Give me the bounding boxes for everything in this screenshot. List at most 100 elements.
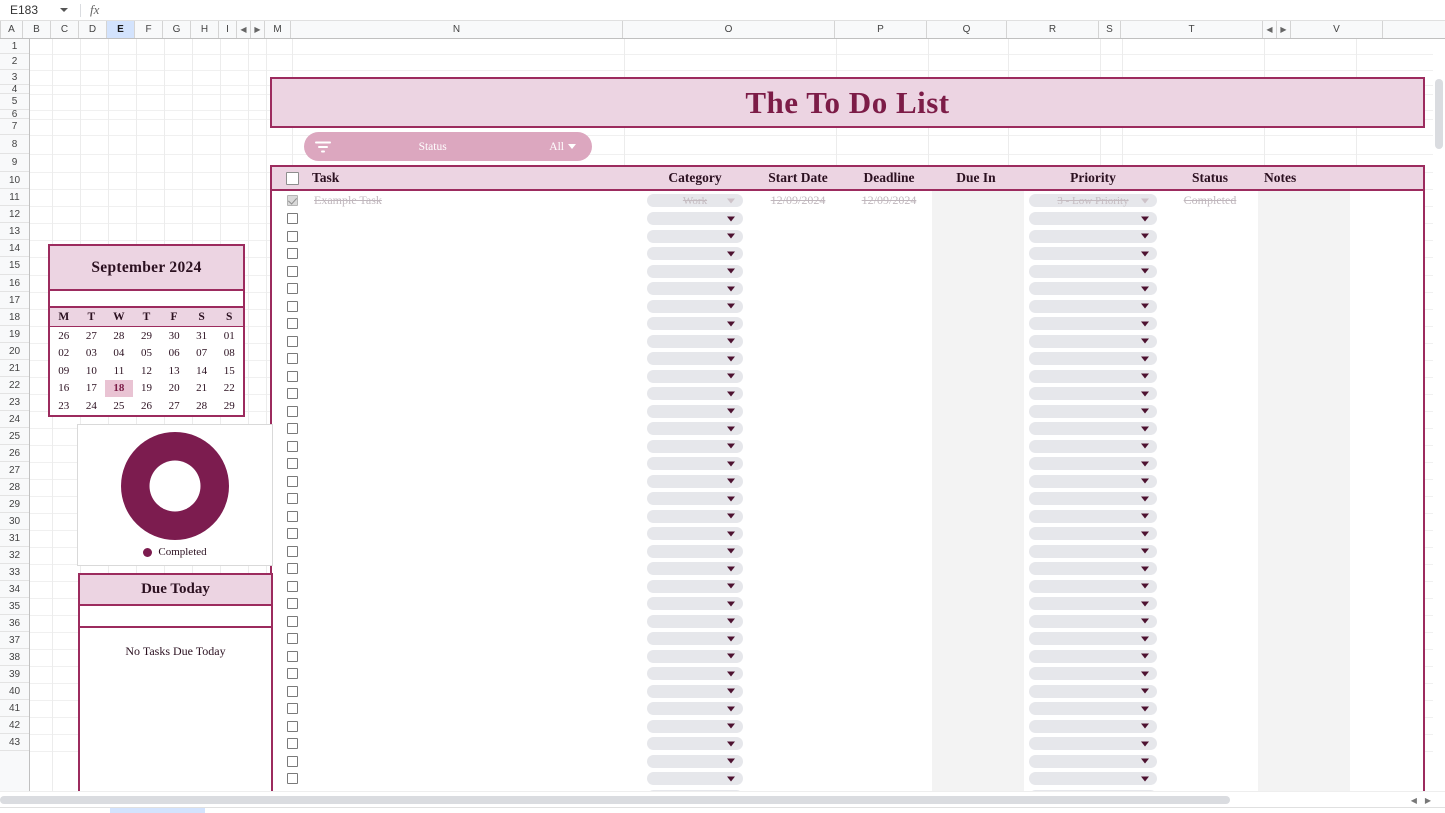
column-header-category[interactable]: Category	[642, 167, 748, 189]
priority-dropdown[interactable]	[1029, 212, 1157, 226]
row-header-17[interactable]: 17	[0, 292, 29, 309]
category-dropdown[interactable]	[647, 404, 743, 418]
row-header-22[interactable]: 22	[0, 377, 29, 394]
calendar-day-02[interactable]: 02	[50, 345, 78, 363]
row-header-13[interactable]: 13	[0, 223, 29, 240]
table-row[interactable]	[272, 455, 1423, 473]
category-dropdown[interactable]	[647, 492, 743, 506]
priority-dropdown[interactable]	[1029, 299, 1157, 313]
category-dropdown[interactable]	[647, 299, 743, 313]
task-complete-checkbox[interactable]	[272, 563, 312, 575]
row-header-32[interactable]: 32	[0, 547, 29, 564]
table-row[interactable]	[272, 228, 1423, 246]
row-header-16[interactable]: 16	[0, 275, 29, 292]
row-header-40[interactable]: 40	[0, 683, 29, 700]
table-row[interactable]	[272, 753, 1423, 771]
column-header-t[interactable]: T	[1121, 21, 1263, 38]
category-dropdown[interactable]	[647, 387, 743, 401]
calendar-day-27[interactable]: 27	[78, 327, 106, 345]
vertical-scrollbar-thumb[interactable]	[1435, 79, 1443, 149]
priority-dropdown[interactable]	[1029, 649, 1157, 663]
category-dropdown[interactable]	[647, 772, 743, 786]
table-row[interactable]	[272, 630, 1423, 648]
calendar-day-29[interactable]: 29	[133, 327, 161, 345]
priority-dropdown[interactable]	[1029, 439, 1157, 453]
table-row[interactable]	[272, 525, 1423, 543]
row-header-25[interactable]: 25	[0, 428, 29, 445]
category-dropdown[interactable]	[647, 562, 743, 576]
priority-dropdown[interactable]	[1029, 579, 1157, 593]
vertical-scrollbar[interactable]	[1433, 39, 1445, 791]
table-row[interactable]	[272, 473, 1423, 491]
calendar-day-07[interactable]: 07	[188, 345, 216, 363]
table-row[interactable]	[272, 683, 1423, 701]
row-header-14[interactable]: 14	[0, 240, 29, 257]
task-complete-checkbox[interactable]	[272, 528, 312, 540]
column-header-g[interactable]: G	[163, 21, 191, 38]
task-complete-checkbox[interactable]	[272, 755, 312, 767]
horizontal-scrollbar-thumb[interactable]	[0, 796, 1230, 804]
table-row[interactable]	[272, 718, 1423, 736]
column-header-s[interactable]: S	[1099, 21, 1121, 38]
task-complete-checkbox[interactable]	[272, 720, 312, 732]
priority-dropdown[interactable]	[1029, 474, 1157, 488]
column-header-q[interactable]: Q	[927, 21, 1007, 38]
task-complete-checkbox[interactable]	[272, 545, 312, 557]
calendar-day-22[interactable]: 22	[215, 380, 243, 398]
category-dropdown[interactable]: Work	[647, 194, 743, 207]
column-header-p[interactable]: P	[835, 21, 927, 38]
row-header-15[interactable]: 15	[0, 257, 29, 275]
deadline-cell[interactable]: 12/09/2024	[848, 193, 930, 208]
priority-dropdown[interactable]	[1029, 754, 1157, 768]
calendar-day-13[interactable]: 13	[160, 362, 188, 380]
column-header-task[interactable]: Task	[312, 167, 642, 189]
calendar-day-05[interactable]: 05	[133, 345, 161, 363]
category-dropdown[interactable]	[647, 317, 743, 331]
table-row[interactable]	[272, 665, 1423, 683]
priority-dropdown[interactable]	[1029, 562, 1157, 576]
category-dropdown[interactable]	[647, 597, 743, 611]
column-header-e[interactable]: E	[107, 21, 135, 38]
table-row[interactable]	[272, 245, 1423, 263]
start-date-cell[interactable]: 12/09/2024	[748, 193, 848, 208]
scroll-right-icon[interactable]: ▶	[1425, 796, 1431, 805]
filter-value-dropdown[interactable]: All	[549, 141, 592, 153]
calendar-day-27[interactable]: 27	[160, 397, 188, 415]
chevron-down-icon[interactable]	[60, 8, 68, 12]
scroll-arrows[interactable]: ◀ ▶	[1411, 792, 1431, 808]
calendar-day-01[interactable]: 01	[215, 327, 243, 345]
priority-dropdown[interactable]	[1029, 492, 1157, 506]
calendar-day-24[interactable]: 24	[78, 397, 106, 415]
row-header-26[interactable]: 26	[0, 445, 29, 462]
column-header-priority[interactable]: Priority	[1022, 167, 1164, 189]
column-header-r[interactable]: R	[1007, 21, 1099, 38]
row-header-1[interactable]: 1	[0, 39, 29, 54]
select-all-corner[interactable]	[0, 21, 1, 38]
column-header-i[interactable]: I	[219, 21, 237, 38]
calendar-day-28[interactable]: 28	[105, 327, 133, 345]
category-dropdown[interactable]	[647, 649, 743, 663]
column-header-f[interactable]: F	[135, 21, 163, 38]
task-complete-checkbox[interactable]	[272, 300, 312, 312]
category-dropdown[interactable]	[647, 369, 743, 383]
category-dropdown[interactable]	[647, 544, 743, 558]
task-complete-checkbox[interactable]	[272, 738, 312, 750]
column-header-w[interactable]: W	[1383, 21, 1445, 38]
column-header-due-in[interactable]: Due In	[930, 167, 1022, 189]
calendar-day-04[interactable]: 04	[105, 345, 133, 363]
table-row[interactable]	[272, 490, 1423, 508]
task-name-cell[interactable]: Example Task	[312, 193, 642, 208]
category-dropdown[interactable]	[647, 614, 743, 628]
table-row[interactable]	[272, 298, 1423, 316]
table-row[interactable]: Example TaskWork12/09/202412/09/2024-63 …	[272, 191, 1423, 210]
task-complete-checkbox[interactable]	[272, 230, 312, 242]
sheet-tab-to-do-list[interactable]: To Do List	[110, 807, 206, 813]
expand-right-icon[interactable]: ▶	[251, 21, 265, 38]
task-complete-checkbox[interactable]	[272, 405, 312, 417]
row-header-27[interactable]: 27	[0, 462, 29, 479]
category-dropdown[interactable]	[647, 684, 743, 698]
expand-right-icon-2[interactable]: ▶	[1277, 21, 1291, 38]
horizontal-scrollbar[interactable]: ◀ ▶	[0, 791, 1445, 807]
category-dropdown[interactable]	[647, 264, 743, 278]
row-header-24[interactable]: 24	[0, 411, 29, 428]
